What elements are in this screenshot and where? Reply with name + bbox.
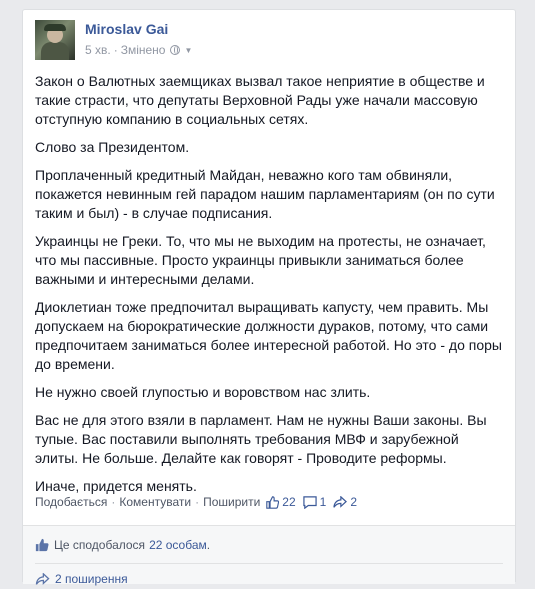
post-paragraph: Украинцы не Греки. То, что мы не выходим… [35,233,486,287]
comment-bubble-icon [302,495,317,509]
meta-separator: · [113,43,118,57]
likes-suffix: . [206,538,211,552]
action-counts: 22 1 2 [266,495,364,509]
post-actions: Подобається · Коментувати · Поширити 22 … [35,495,505,509]
post-paragraph: Слово за Президентом. [35,139,190,155]
action-separator: · [195,495,200,509]
share-count[interactable]: 2 [333,495,357,509]
chevron-down-icon[interactable]: ▼ [184,46,192,55]
post-paragraph: Диоклетиан тоже предпочитал выращивать к… [35,299,502,372]
comment-count-value: 1 [319,495,327,509]
post-paragraph: Вас не для этого взяли в парламент. Нам … [35,412,487,466]
thumbs-up-icon [266,495,280,509]
post-paragraph: Не нужно своей глупостью и воровством на… [35,384,371,400]
edited-label[interactable]: Змінено [121,43,166,57]
globe-icon[interactable] [170,45,181,55]
likes-prefix: Це сподобалося [54,538,146,552]
post-paragraph: Проплаченный кредитный Майдан, неважно к… [35,167,495,221]
post-paragraph: Иначе, придется менять. [35,478,197,494]
post-time[interactable]: 5 хв. [85,43,111,57]
post-body: Закон о Валютных заемщиках вызвал такое … [35,72,505,505]
share-button[interactable]: Поширити [203,495,260,509]
likes-summary: Це сподобалося 22 особам . [35,535,210,555]
share-arrow-icon [333,495,348,508]
author-name[interactable]: Miroslav Gai [85,21,168,37]
shares-link[interactable]: 2 поширення [55,572,128,586]
comment-count[interactable]: 1 [302,495,327,509]
post-card: Miroslav Gai 5 хв. · Змінено ▼ Закон о В… [22,9,516,586]
share-count-value: 2 [350,495,358,509]
like-button[interactable]: Подобається [35,495,107,509]
action-separator: · [111,495,116,509]
post-paragraph: Закон о Валютных заемщиках вызвал такое … [35,73,485,127]
avatar[interactable] [35,20,75,60]
share-arrow-icon [35,572,50,585]
like-count-value: 22 [282,495,296,509]
likes-count-link[interactable]: 22 особам [149,538,207,552]
post-meta: 5 хв. · Змінено ▼ [85,43,192,57]
shares-summary[interactable]: 2 поширення [35,569,128,589]
like-count[interactable]: 22 [266,495,296,509]
engagement-panel: Це сподобалося 22 особам . 2 поширення [23,525,515,586]
panel-divider [35,563,503,564]
thumbs-up-icon [35,538,49,552]
comment-button[interactable]: Коментувати [119,495,191,509]
